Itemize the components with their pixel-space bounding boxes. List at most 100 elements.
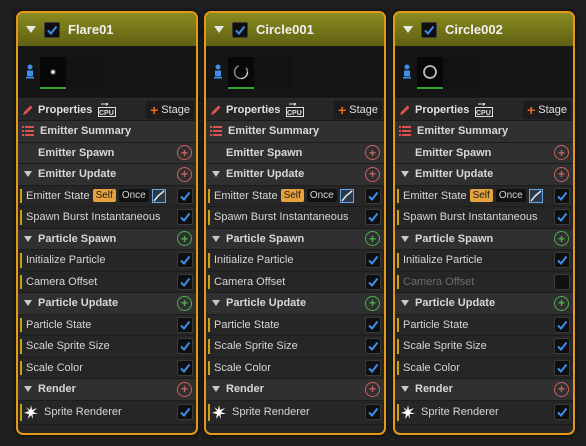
module-enabled-checkbox[interactable] (177, 187, 193, 204)
module-enabled-checkbox[interactable] (365, 359, 381, 376)
properties-row[interactable]: Properties CPU + Stage (18, 99, 196, 121)
module-enabled-checkbox[interactable] (554, 187, 570, 204)
expand-arrow-icon[interactable] (24, 300, 32, 307)
emitter-header[interactable]: Circle001 (206, 13, 384, 47)
emitter-enabled-checkbox[interactable] (421, 21, 437, 38)
module-enabled-checkbox[interactable] (365, 252, 381, 269)
module-enabled-checkbox[interactable] (365, 338, 381, 355)
module-enabled-checkbox[interactable] (177, 209, 193, 226)
curve-graph-icon[interactable] (151, 188, 166, 203)
expand-arrow-icon[interactable] (401, 235, 409, 242)
module-enabled-checkbox[interactable] (177, 404, 193, 420)
module-enabled-checkbox[interactable] (365, 209, 381, 226)
add-module-button[interactable]: + (177, 166, 192, 182)
render-section[interactable]: Render + (18, 379, 196, 401)
render-section[interactable]: Render + (206, 379, 384, 401)
emitter-thumbnail[interactable] (40, 56, 66, 89)
module-enabled-checkbox[interactable] (365, 316, 381, 333)
module-enabled-checkbox[interactable] (177, 338, 193, 355)
collapse-arrow-icon[interactable] (26, 26, 36, 33)
scale-sprite-size-module[interactable]: Scale Sprite Size (395, 336, 573, 358)
emitter-enabled-checkbox[interactable] (44, 21, 60, 38)
scale-color-module[interactable]: Scale Color (206, 357, 384, 379)
expand-arrow-icon[interactable] (212, 235, 220, 242)
module-enabled-checkbox[interactable] (554, 338, 570, 355)
module-enabled-checkbox[interactable] (554, 316, 570, 333)
curve-graph-icon[interactable] (339, 188, 354, 203)
add-module-button[interactable]: + (554, 166, 569, 182)
emitter-summary-row[interactable]: Emitter Summary (206, 121, 384, 143)
add-module-button[interactable]: + (365, 166, 380, 182)
emitter-update-section[interactable]: Emitter Update + (18, 164, 196, 186)
sprite-renderer-module[interactable]: Sprite Renderer (18, 400, 196, 425)
module-enabled-checkbox[interactable] (177, 316, 193, 333)
particle-update-section[interactable]: Particle Update + (18, 293, 196, 315)
sprite-renderer-module[interactable]: Sprite Renderer (395, 400, 573, 425)
spawn-burst-module[interactable]: Spawn Burst Instantaneous (395, 207, 573, 229)
particle-update-section[interactable]: Particle Update + (206, 293, 384, 315)
module-enabled-checkbox[interactable] (554, 359, 570, 376)
emitter-summary-row[interactable]: Emitter Summary (18, 121, 196, 143)
add-stage-button[interactable]: + Stage (523, 100, 571, 119)
emitter-spawn-section[interactable]: Emitter Spawn + (206, 142, 384, 164)
module-enabled-checkbox[interactable] (365, 273, 381, 290)
expand-arrow-icon[interactable] (401, 386, 409, 393)
emitter-state-module[interactable]: Emitter State Self Once (18, 185, 196, 207)
sprite-renderer-module[interactable]: Sprite Renderer (206, 400, 384, 425)
expand-arrow-icon[interactable] (24, 386, 32, 393)
add-module-button[interactable]: + (177, 145, 192, 161)
module-enabled-checkbox[interactable] (554, 209, 570, 226)
module-enabled-checkbox[interactable] (177, 359, 193, 376)
expand-arrow-icon[interactable] (401, 171, 409, 178)
add-module-button[interactable]: + (365, 295, 380, 311)
add-module-button[interactable]: + (365, 231, 380, 247)
emitter-thumbnail[interactable] (228, 56, 254, 89)
module-enabled-checkbox[interactable] (554, 273, 570, 290)
module-enabled-checkbox[interactable] (365, 404, 381, 420)
initialize-particle-module[interactable]: Initialize Particle (395, 250, 573, 272)
emitter-summary-row[interactable]: Emitter Summary (395, 121, 573, 143)
particle-state-module[interactable]: Particle State (18, 314, 196, 336)
scale-color-module[interactable]: Scale Color (18, 357, 196, 379)
expand-arrow-icon[interactable] (212, 386, 220, 393)
add-module-button[interactable]: + (365, 381, 380, 397)
emitter-header[interactable]: Circle002 (395, 13, 573, 47)
emitter-update-section[interactable]: Emitter Update + (206, 164, 384, 186)
expand-arrow-icon[interactable] (401, 300, 409, 307)
module-enabled-checkbox[interactable] (365, 187, 381, 204)
module-enabled-checkbox[interactable] (177, 252, 193, 269)
add-module-button[interactable]: + (177, 381, 192, 397)
emitter-node[interactable]: Circle002 Properties CPU + Stage Emitter … (393, 11, 575, 435)
expand-arrow-icon[interactable] (212, 300, 220, 307)
curve-graph-icon[interactable] (528, 188, 543, 203)
spawn-burst-module[interactable]: Spawn Burst Instantaneous (18, 207, 196, 229)
scale-sprite-size-module[interactable]: Scale Sprite Size (18, 336, 196, 358)
add-module-button[interactable]: + (177, 295, 192, 311)
collapse-arrow-icon[interactable] (214, 26, 224, 33)
camera-offset-module[interactable]: Camera Offset (395, 271, 573, 293)
emitter-header[interactable]: Flare01 (18, 13, 196, 47)
add-module-button[interactable]: + (554, 381, 569, 397)
add-module-button[interactable]: + (554, 145, 569, 161)
module-enabled-checkbox[interactable] (177, 273, 193, 290)
emitter-spawn-section[interactable]: Emitter Spawn + (18, 142, 196, 164)
module-enabled-checkbox[interactable] (554, 404, 570, 420)
particle-spawn-section[interactable]: Particle Spawn + (18, 228, 196, 250)
expand-arrow-icon[interactable] (24, 171, 32, 178)
render-section[interactable]: Render + (395, 379, 573, 401)
particle-update-section[interactable]: Particle Update + (395, 293, 573, 315)
add-stage-button[interactable]: + Stage (146, 100, 194, 119)
module-enabled-checkbox[interactable] (554, 252, 570, 269)
add-stage-button[interactable]: + Stage (334, 100, 382, 119)
emitter-thumbnail[interactable] (417, 56, 443, 89)
scale-sprite-size-module[interactable]: Scale Sprite Size (206, 336, 384, 358)
expand-arrow-icon[interactable] (24, 235, 32, 242)
camera-offset-module[interactable]: Camera Offset (206, 271, 384, 293)
emitter-node[interactable]: Flare01 Properties CPU + Stage Emitter Su… (16, 11, 198, 435)
properties-row[interactable]: Properties CPU + Stage (206, 99, 384, 121)
emitter-spawn-section[interactable]: Emitter Spawn + (395, 142, 573, 164)
particle-state-module[interactable]: Particle State (206, 314, 384, 336)
add-module-button[interactable]: + (365, 145, 380, 161)
collapse-arrow-icon[interactable] (403, 26, 413, 33)
emitter-state-module[interactable]: Emitter State Self Once (206, 185, 384, 207)
